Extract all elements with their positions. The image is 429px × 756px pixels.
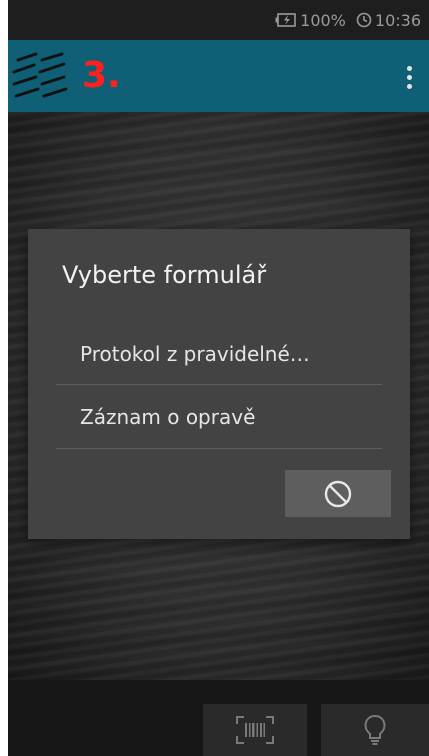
select-form-dialog: Vyberte formulář Protokol z pravidelné… … bbox=[28, 229, 410, 539]
form-option-zaznam[interactable]: Záznam o opravě bbox=[56, 386, 382, 448]
dialog-title: Vyberte formulář bbox=[62, 261, 267, 289]
divider bbox=[56, 384, 382, 385]
battery-charging-icon bbox=[275, 13, 296, 27]
striped-logo-icon bbox=[12, 52, 68, 98]
divider bbox=[56, 448, 382, 449]
status-bar: 100% 10:36 bbox=[8, 0, 429, 40]
bottom-toolbar bbox=[8, 680, 429, 756]
barcode-scan-icon bbox=[236, 716, 274, 744]
app-bar: 3. bbox=[8, 40, 429, 112]
battery-status: 100% bbox=[275, 11, 346, 30]
cancel-button[interactable] bbox=[285, 470, 391, 517]
prohibited-icon bbox=[324, 480, 352, 507]
battery-percent: 100% bbox=[300, 10, 346, 30]
scan-barcode-button[interactable] bbox=[203, 704, 307, 756]
clock-status: 10:36 bbox=[356, 11, 421, 30]
status-time: 10:36 bbox=[374, 10, 421, 30]
lightbulb-icon bbox=[364, 714, 386, 745]
phone-screen: 100% 10:36 3. Vyberte formulář Protokol … bbox=[8, 0, 429, 756]
clock-icon bbox=[356, 12, 372, 28]
step-number: 3. bbox=[82, 55, 121, 96]
form-option-protokol[interactable]: Protokol z pravidelné… bbox=[56, 323, 382, 385]
flashlight-button[interactable] bbox=[321, 704, 429, 756]
overflow-menu-icon[interactable] bbox=[397, 62, 421, 92]
